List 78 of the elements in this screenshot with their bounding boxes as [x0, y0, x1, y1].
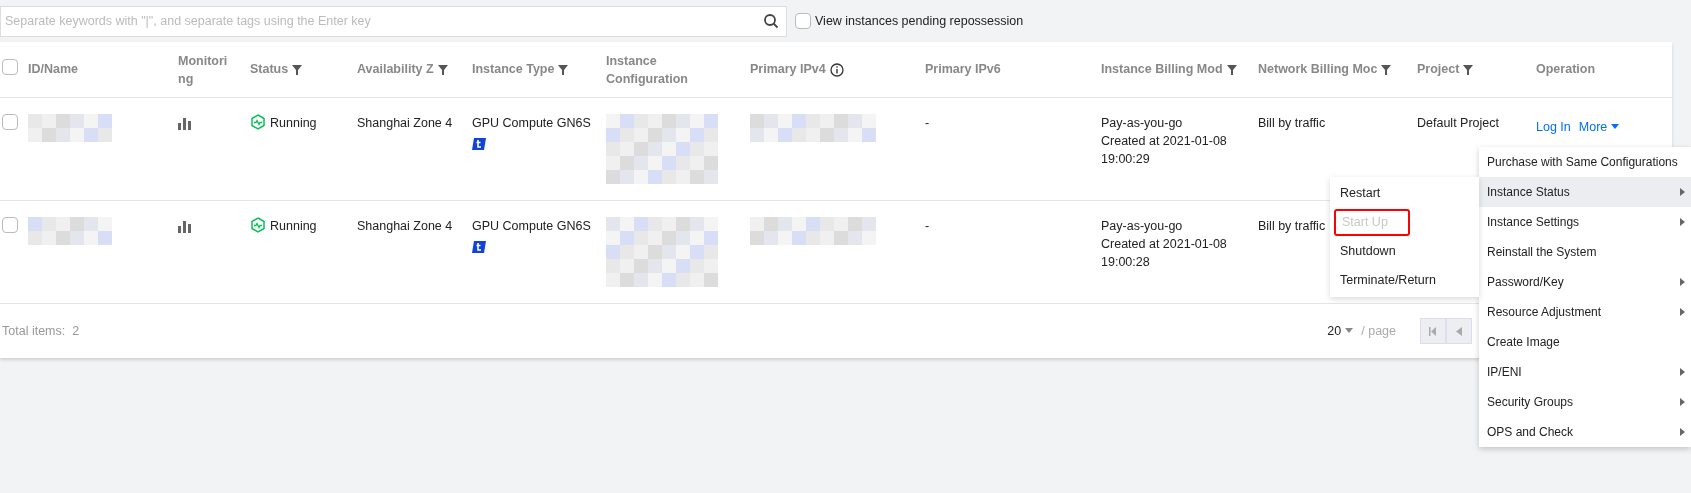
filter-icon[interactable]	[437, 64, 448, 75]
column-title: Status	[250, 61, 289, 79]
billing-text: Created at 2021-01-08	[1101, 236, 1228, 253]
submenu-arrow-icon	[1680, 218, 1685, 226]
column-title: Instance Type	[472, 61, 555, 79]
t-logo-icon	[472, 239, 486, 254]
total-items-text: Total items: 2	[1, 322, 80, 340]
column-title: Primary IPv6	[925, 61, 1001, 79]
instance-type-text: GPU Compute GN6S	[472, 115, 592, 132]
log-in-link[interactable]: Log In	[1536, 118, 1571, 137]
column-title: Instance Billing Mod	[1101, 61, 1223, 79]
zone-text: Shanghai Zone 4	[357, 219, 453, 233]
page-unit-text: / page	[1361, 322, 1396, 340]
filter-icon[interactable]	[558, 64, 569, 75]
filter-icon[interactable]	[1381, 64, 1392, 75]
filter-icon[interactable]	[1463, 64, 1474, 75]
billing-text: 19:00:28	[1101, 254, 1151, 271]
submenu-arrow-icon	[1680, 308, 1685, 316]
column-title: Availability Z	[357, 61, 434, 79]
network-billing-text: Bill by traffic	[1258, 219, 1326, 233]
filter-icon[interactable]	[292, 64, 303, 75]
status-text: Running	[270, 115, 317, 132]
checkbox[interactable]	[2, 217, 18, 233]
ipv6-text: -	[925, 219, 930, 233]
menu-item[interactable]: Resource Adjustment	[1479, 297, 1691, 327]
running-status-icon	[250, 217, 266, 233]
search-icon[interactable]	[763, 12, 779, 29]
menu-item[interactable]: Instance Status	[1479, 177, 1691, 207]
billing-text: 19:00:29	[1101, 151, 1151, 168]
t-logo-icon	[472, 136, 486, 151]
page-size-select[interactable]: 20	[1327, 321, 1354, 341]
menu-item[interactable]: Restart	[1340, 184, 1381, 203]
caret-icon	[1611, 124, 1620, 131]
menu-item[interactable]: Shutdown	[1340, 242, 1396, 261]
checkbox[interactable]	[2, 58, 18, 75]
menu-item[interactable]: Reinstall the System	[1479, 237, 1691, 267]
submenu-arrow-icon	[1680, 428, 1685, 436]
column-title: Project	[1417, 61, 1460, 79]
checkbox[interactable]	[795, 13, 811, 29]
instance-type-text: GPU Compute GN6S	[472, 218, 592, 235]
column-title: Operation	[1536, 61, 1596, 79]
ipv6-text: -	[925, 116, 930, 130]
menu-item[interactable]: Terminate/Return	[1340, 271, 1436, 290]
checkbox[interactable]	[2, 114, 18, 130]
submenu-arrow-icon	[1680, 278, 1685, 286]
submenu-arrow-icon	[1680, 368, 1685, 376]
column-title: ID/Name	[28, 61, 79, 79]
menu-item[interactable]: Instance Settings	[1479, 207, 1691, 237]
bar-chart-icon[interactable]	[178, 221, 191, 233]
column-title: Monitoring	[178, 52, 228, 88]
billing-text: Created at 2021-01-08	[1101, 133, 1228, 150]
zone-text: Shanghai Zone 4	[357, 116, 453, 130]
network-billing-text: Bill by traffic	[1258, 116, 1326, 130]
menu-item[interactable]: OPS and Check	[1479, 417, 1691, 447]
billing-text: Pay-as-you-go	[1101, 218, 1184, 235]
menu-item[interactable]: Password/Key	[1479, 267, 1691, 297]
column-title: Instance Configuration	[606, 52, 689, 88]
search-field[interactable]: Separate keywords with "|", and separate tags using the Enter key	[0, 5, 787, 37]
more-link[interactable]: More	[1578, 118, 1620, 137]
menu-item[interactable]: Purchase with Same Configurations	[1479, 147, 1691, 177]
filter-icon[interactable]	[1226, 64, 1237, 75]
pending-filter-label[interactable]: View instances pending repossession	[815, 11, 1024, 31]
caret-icon	[1345, 328, 1354, 334]
previous-page-icon	[1456, 326, 1462, 336]
billing-text: Pay-as-you-go	[1101, 115, 1184, 132]
first-page-icon	[1429, 326, 1437, 336]
info-icon[interactable]	[829, 62, 844, 77]
submenu-arrow-icon	[1680, 398, 1685, 406]
column-title: Primary IPv4	[750, 61, 826, 79]
project-text: Default Project	[1417, 116, 1499, 130]
menu-item[interactable]: Security Groups	[1479, 387, 1691, 417]
menu-item[interactable]: IP/ENI	[1479, 357, 1691, 387]
bar-chart-icon[interactable]	[178, 118, 191, 130]
column-title: Network Billing Moc	[1258, 61, 1378, 79]
status-text: Running	[270, 218, 317, 235]
menu-item[interactable]: Create Image	[1479, 327, 1691, 357]
running-status-icon	[250, 114, 266, 130]
submenu-arrow-icon	[1680, 188, 1685, 196]
